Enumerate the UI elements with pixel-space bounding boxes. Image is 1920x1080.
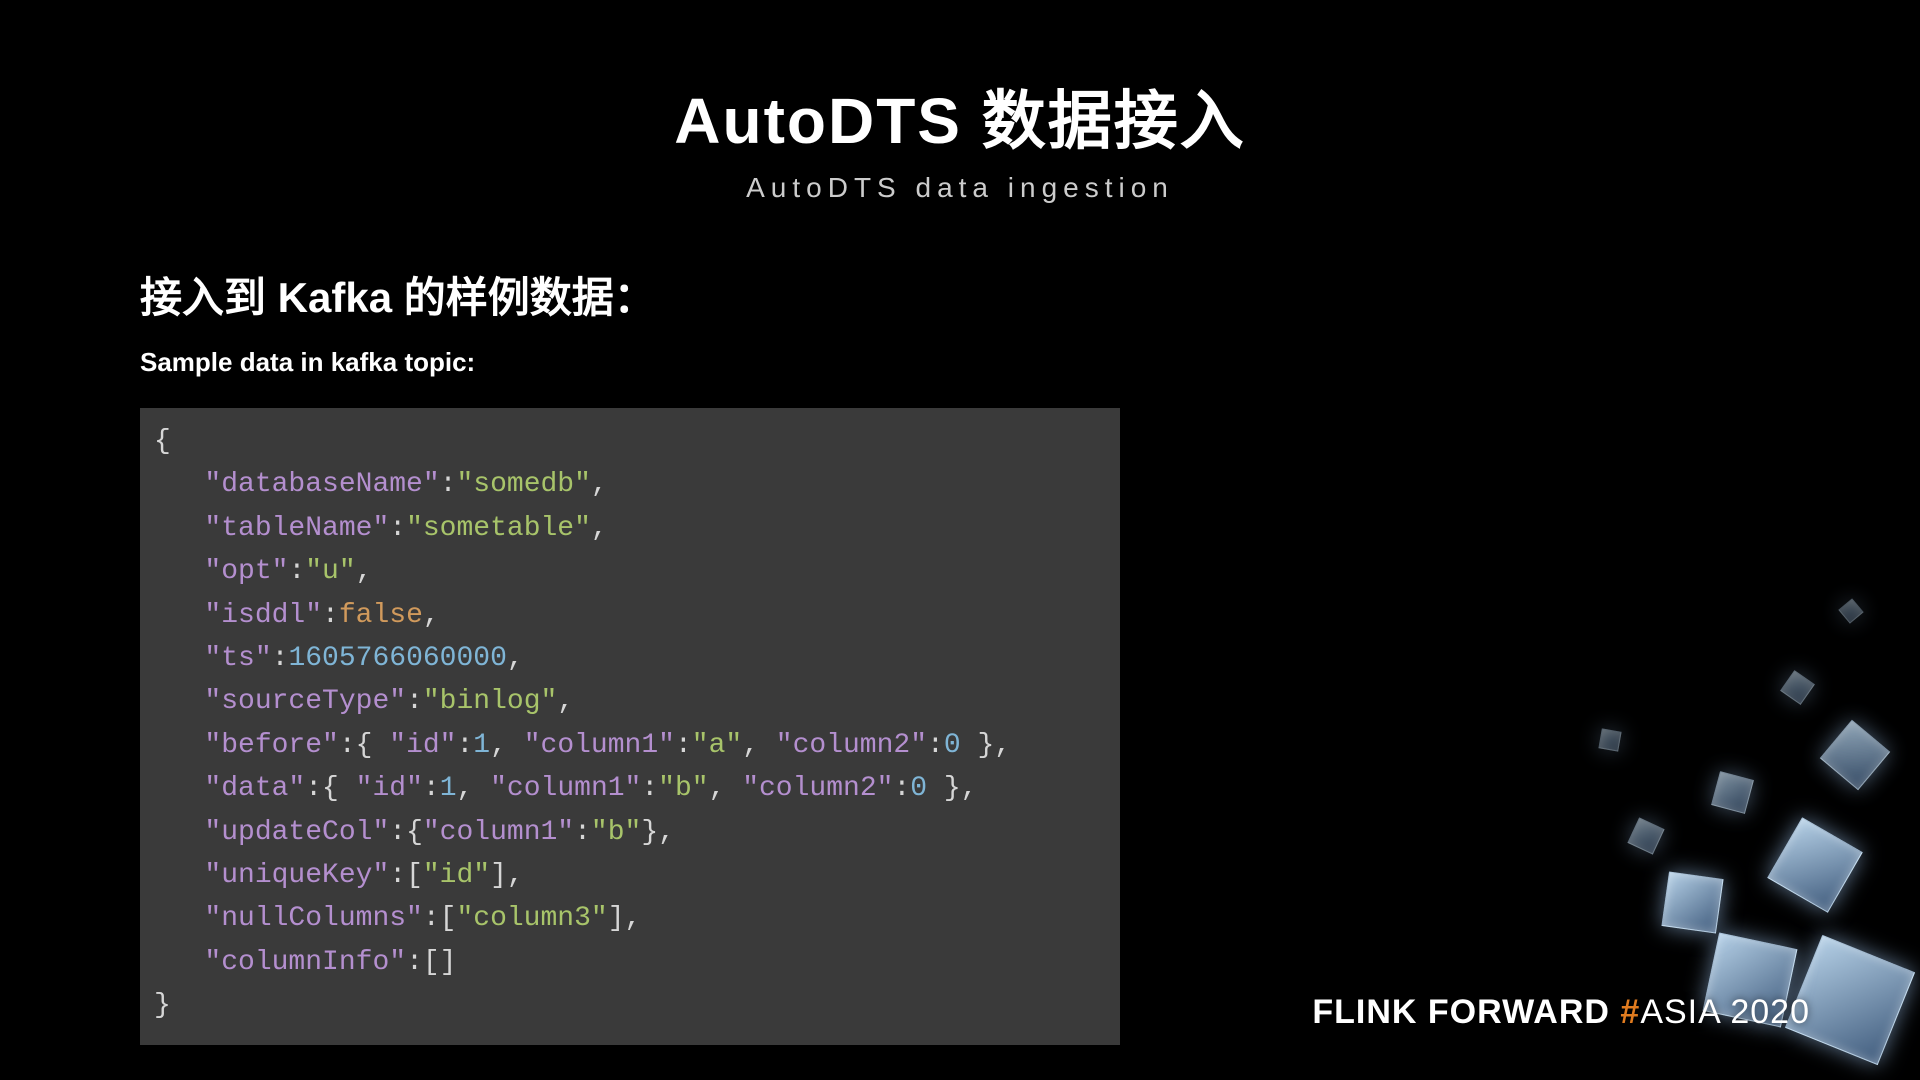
key-data: "data" bbox=[204, 773, 305, 804]
key-ts: "ts" bbox=[204, 643, 271, 674]
key-column1: "column1" bbox=[423, 817, 574, 848]
val-somedb: "somedb" bbox=[456, 469, 590, 500]
key-updateCol: "updateCol" bbox=[204, 817, 389, 848]
val-a: "a" bbox=[692, 730, 742, 761]
footer-asia: ASIA 2020 bbox=[1640, 993, 1810, 1031]
val-column3: "column3" bbox=[456, 903, 607, 934]
footer-flink: FLINK FORWARD bbox=[1312, 993, 1620, 1031]
slide-title-main: AutoDTS 数据接入 bbox=[140, 70, 1780, 162]
val-u: "u" bbox=[305, 556, 355, 587]
key-columnInfo: "columnInfo" bbox=[204, 947, 406, 978]
key-id: "id" bbox=[389, 730, 456, 761]
section-heading-cn: 接入到 Kafka 的样例数据： bbox=[140, 264, 1780, 325]
section-heading-en: Sample data in kafka topic: bbox=[140, 347, 1780, 378]
key-isddl: "isddl" bbox=[204, 600, 322, 631]
slide: AutoDTS 数据接入 AutoDTS data ingestion 接入到 … bbox=[0, 0, 1920, 1080]
val-id-str: "id" bbox=[423, 860, 490, 891]
footer-brand: FLINK FORWARD #ASIA 2020 bbox=[1312, 993, 1810, 1032]
val-false: false bbox=[339, 600, 423, 631]
slide-title-sub: AutoDTS data ingestion bbox=[140, 172, 1780, 204]
key-column1: "column1" bbox=[524, 730, 675, 761]
brace-close: } bbox=[154, 990, 171, 1021]
val-b: "b" bbox=[591, 817, 641, 848]
val-b: "b" bbox=[658, 773, 708, 804]
key-nullColumns: "nullColumns" bbox=[204, 903, 422, 934]
key-column2: "column2" bbox=[742, 773, 893, 804]
val-sometable: "sometable" bbox=[406, 513, 591, 544]
key-before: "before" bbox=[204, 730, 338, 761]
val-zero: 0 bbox=[910, 773, 927, 804]
key-id: "id" bbox=[356, 773, 423, 804]
val-one: 1 bbox=[440, 773, 457, 804]
key-uniqueKey: "uniqueKey" bbox=[204, 860, 389, 891]
val-zero: 0 bbox=[944, 730, 961, 761]
brace-open: { bbox=[154, 426, 171, 457]
key-opt: "opt" bbox=[204, 556, 288, 587]
key-column1: "column1" bbox=[490, 773, 641, 804]
footer-hash: # bbox=[1620, 993, 1640, 1031]
key-column2: "column2" bbox=[776, 730, 927, 761]
key-tableName: "tableName" bbox=[204, 513, 389, 544]
val-ts: 1605766060000 bbox=[288, 643, 506, 674]
val-one: 1 bbox=[473, 730, 490, 761]
key-sourceType: "sourceType" bbox=[204, 686, 406, 717]
key-databaseName: "databaseName" bbox=[204, 469, 439, 500]
code-block: { "databaseName":"somedb", "tableName":"… bbox=[140, 408, 1120, 1045]
val-binlog: "binlog" bbox=[423, 686, 557, 717]
